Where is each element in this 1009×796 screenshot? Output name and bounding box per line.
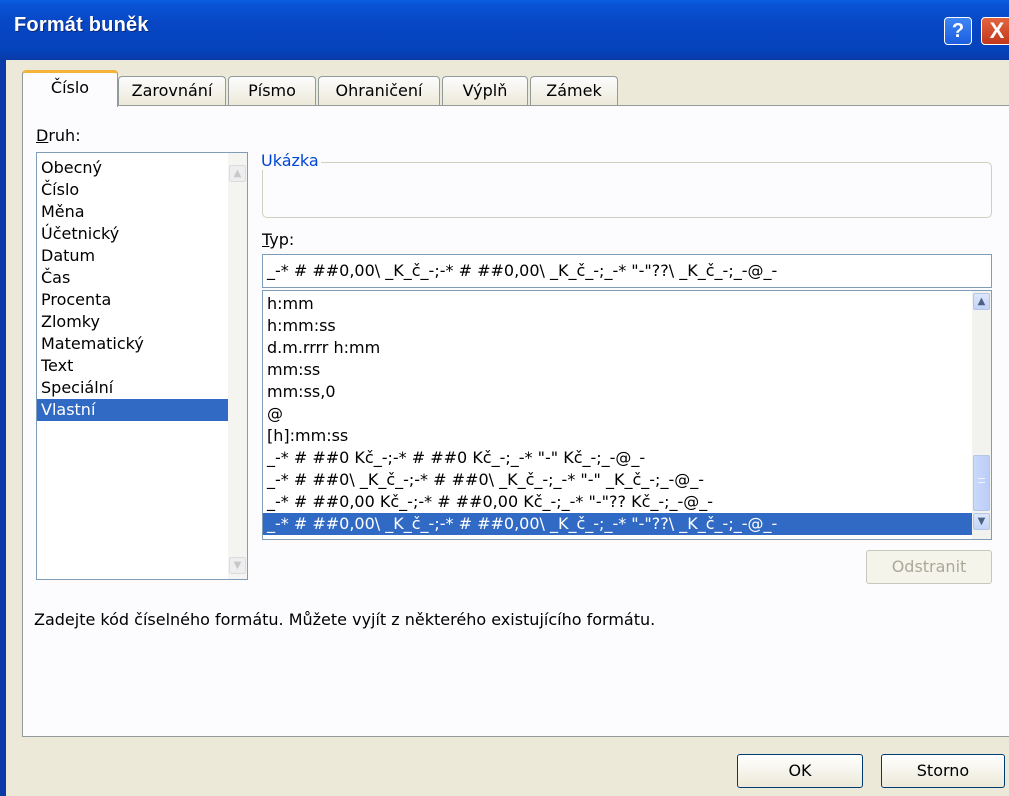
tab-fill[interactable]: Výplň: [442, 76, 528, 106]
format-code-item[interactable]: h:mm: [263, 293, 972, 315]
category-item[interactable]: Číslo: [37, 179, 247, 201]
format-code-item[interactable]: mm:ss,0: [263, 381, 972, 403]
category-item[interactable]: Čas: [37, 267, 247, 289]
scroll-down-icon[interactable]: ▼: [973, 513, 990, 530]
scroll-down-icon[interactable]: ▼: [229, 557, 246, 574]
category-item[interactable]: Datum: [37, 245, 247, 267]
category-item[interactable]: Zlomky: [37, 311, 247, 333]
dialog-title: Formát buněk: [14, 14, 149, 36]
category-scrollbar[interactable]: ▲ ▼: [228, 153, 247, 579]
help-button[interactable]: ?: [944, 17, 972, 45]
ok-button[interactable]: OK: [737, 754, 863, 788]
scroll-up-icon[interactable]: ▲: [973, 293, 990, 310]
title-bar: Formát buněk ? X: [0, 0, 1009, 60]
tab-protection[interactable]: Zámek: [530, 76, 618, 106]
category-item[interactable]: Měna: [37, 201, 247, 223]
description-text: Zadejte kód číselného formátu. Můžete vy…: [34, 610, 656, 629]
tab-alignment[interactable]: Zarovnání: [118, 76, 226, 106]
category-item[interactable]: Obecný: [37, 157, 247, 179]
format-cells-dialog: Formát buněk ? X Číslo Zarovnání Písmo O…: [0, 0, 1009, 796]
format-scrollbar[interactable]: ▲ ▼: [972, 291, 991, 539]
format-code-list[interactable]: h:mm h:mm:ss d.m.rrrr h:mm mm:ss mm:ss,0 @ [h]…: [262, 290, 992, 540]
category-item[interactable]: Speciální: [37, 377, 247, 399]
format-code-item[interactable]: _-* # ##0,00 Kč_-;-* # ##0,00 Kč_-;_-* "…: [263, 491, 972, 513]
format-code-item[interactable]: @: [263, 403, 972, 425]
category-item[interactable]: Text: [37, 355, 247, 377]
scroll-thumb[interactable]: [973, 455, 990, 511]
grip-icon: [978, 478, 985, 483]
format-code-item[interactable]: mm:ss: [263, 359, 972, 381]
category-label: Druh:: [36, 126, 81, 145]
sample-label: Ukázka: [259, 151, 321, 170]
category-list[interactable]: Obecný Číslo Měna Účetnický Datum Čas Procenta…: [36, 152, 248, 580]
format-code-item[interactable]: _-* # ##0 Kč_-;-* # ##0 Kč_-;_-* "-" Kč_…: [263, 447, 972, 469]
tab-border[interactable]: Ohraničení: [318, 76, 440, 106]
close-button[interactable]: X: [981, 17, 1009, 45]
format-code-item[interactable]: [h]:mm:ss: [263, 425, 972, 447]
category-item[interactable]: Účetnický: [37, 223, 247, 245]
tab-number[interactable]: Číslo: [22, 70, 118, 107]
scroll-up-icon[interactable]: ▲: [229, 165, 246, 182]
category-item[interactable]: Procenta: [37, 289, 247, 311]
sample-group: Ukázka: [259, 151, 992, 218]
delete-button[interactable]: Odstranit: [866, 550, 992, 584]
format-code-item[interactable]: _-* # ##0,00\ _K_č_-;-* # ##0,00\ _K_č_-…: [263, 513, 972, 535]
format-code-item[interactable]: _-* # ##0\ _K_č_-;-* # ##0\ _K_č_-;_-* "…: [263, 469, 972, 491]
window-border: [0, 60, 6, 796]
category-item[interactable]: Matematický: [37, 333, 247, 355]
type-label: Typ:: [262, 230, 295, 249]
cancel-button[interactable]: Storno: [881, 754, 1005, 788]
category-item[interactable]: Vlastní: [37, 399, 247, 421]
type-input[interactable]: _-* # ##0,00\ _K_č_-;-* # ##0,00\ _K_č_-…: [262, 254, 992, 288]
format-code-item[interactable]: h:mm:ss: [263, 315, 972, 337]
tab-font[interactable]: Písmo: [228, 76, 316, 106]
format-code-item[interactable]: d.m.rrrr h:mm: [263, 337, 972, 359]
